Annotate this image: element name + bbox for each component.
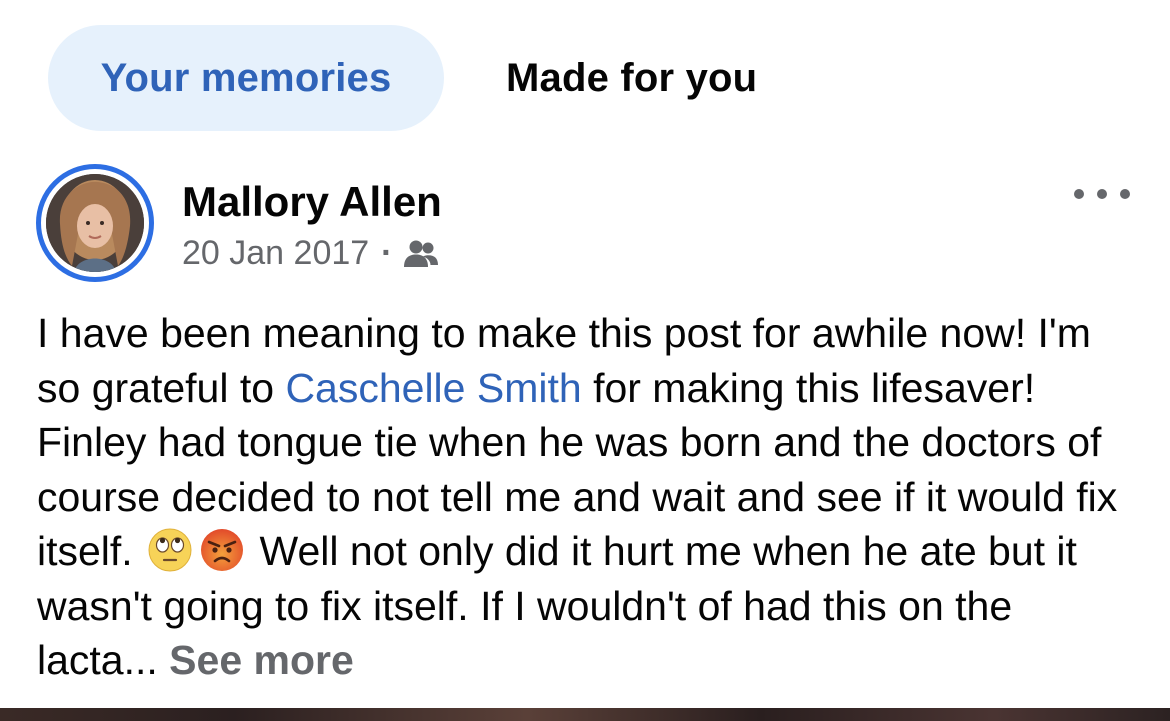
eye-roll-emoji-icon (148, 528, 192, 572)
more-dot (1097, 189, 1107, 199)
more-dot (1074, 189, 1084, 199)
tab-made-for-you[interactable]: Made for you (506, 25, 757, 131)
memories-tabs: Your memories Made for you (48, 24, 757, 132)
post-body: I have been meaning to make this post fo… (37, 306, 1137, 688)
tab-your-memories[interactable]: Your memories (48, 25, 444, 131)
avatar[interactable] (36, 164, 154, 282)
mention-link[interactable]: Caschelle Smith (285, 365, 581, 411)
post-date[interactable]: 20 Jan 2017 (182, 234, 369, 273)
profile-photo-icon (46, 174, 144, 272)
more-options-icon[interactable] (1074, 184, 1130, 204)
post-image-top-edge[interactable] (0, 708, 1170, 721)
avatar-photo (46, 174, 144, 272)
post-meta: 20 Jan 2017 · (182, 234, 439, 273)
see-more-button[interactable]: See more (169, 637, 354, 683)
post-header: Mallory Allen 20 Jan 2017 · (36, 164, 1134, 282)
meta-separator: · (381, 234, 393, 272)
friends-icon[interactable] (403, 239, 439, 269)
more-dot (1120, 189, 1130, 199)
post-author[interactable]: Mallory Allen (182, 178, 442, 226)
angry-face-emoji-icon (201, 529, 244, 571)
